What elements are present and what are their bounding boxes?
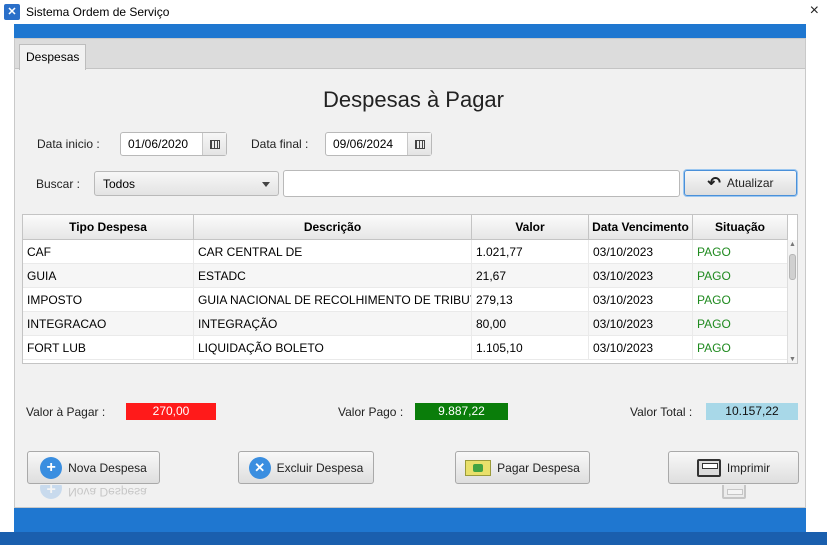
column-header[interactable]: Valor [472, 215, 589, 239]
new-expense-button[interactable]: + Nova Despesa [27, 451, 160, 484]
cell-value: 279,13 [472, 288, 589, 311]
page-title: Despesas à Pagar [323, 87, 504, 112]
cell-due-date: 03/10/2023 [589, 264, 693, 287]
cell-type: FORT LUB [23, 336, 194, 359]
plus-icon: + [40, 485, 63, 499]
plus-icon: + [40, 456, 63, 479]
search-filter-value: Todos [103, 177, 136, 191]
column-header[interactable]: Descrição [194, 215, 472, 239]
paid-label: Valor Pago : [338, 405, 404, 419]
end-date-value[interactable]: 09/06/2024 [326, 133, 407, 155]
close-circle-icon: ✕ [248, 456, 271, 479]
cell-value: 1.105,10 [472, 336, 589, 359]
cell-type: INTEGRACAO [23, 312, 194, 335]
table-row[interactable]: IMPOSTO GUIA NACIONAL DE RECOLHIMENTO DE… [23, 288, 788, 312]
main-window: ✕ Sistema Ordem de Serviço × Despesas De… [0, 0, 827, 532]
expenses-table[interactable]: Tipo Despesa Descrição Valor Data Vencim… [22, 214, 798, 364]
delete-expense-label: Excluir Despesa [276, 460, 364, 475]
print-label: Imprimir [726, 460, 771, 475]
total-label: Valor Total : [630, 405, 693, 419]
cell-description: ESTADC [194, 264, 472, 287]
end-date-label: Data final : [251, 137, 309, 151]
start-date-value[interactable]: 01/06/2020 [121, 133, 202, 155]
undo-arrow-icon: ↶ [707, 175, 721, 192]
column-header[interactable]: Situação [693, 215, 788, 239]
print-button[interactable]: Imprimir [668, 451, 799, 484]
cell-due-date: 03/10/2023 [589, 240, 693, 263]
cell-due-date: 03/10/2023 [589, 312, 693, 335]
cell-description: LIQUIDAÇÃO BOLETO [194, 336, 472, 359]
title-bar: ✕ Sistema Ordem de Serviço × [0, 0, 827, 24]
new-expense-label: Nova Despesa [68, 460, 147, 475]
scroll-down-icon[interactable]: ▼ [789, 356, 796, 363]
new-expense-reflection: Nova Despesa [68, 485, 147, 499]
table-row[interactable]: INTEGRACAO INTEGRAÇÃO 80,00 03/10/2023 P… [23, 312, 788, 336]
cell-description: GUIA NACIONAL DE RECOLHIMENTO DE TRIBUT.… [194, 288, 472, 311]
chevron-down-icon [262, 182, 270, 187]
cell-description: INTEGRAÇÃO [194, 312, 472, 335]
table-scrollbar[interactable]: ▲ ▼ [787, 240, 797, 363]
button-reflection: + Nova Despesa [27, 485, 160, 499]
calendar-icon[interactable] [202, 133, 226, 155]
cell-status: PAGO [693, 264, 788, 287]
refresh-button[interactable]: ↶ Atualizar [684, 170, 797, 196]
table-row[interactable]: FORT LUB LIQUIDAÇÃO BOLETO 1.105,10 03/1… [23, 336, 788, 360]
end-date-picker[interactable]: 09/06/2024 [325, 132, 432, 156]
scrollbar-thumb[interactable] [789, 254, 796, 280]
cell-type: GUIA [23, 264, 194, 287]
cell-value: 21,67 [472, 264, 589, 287]
paid-value: 9.887,22 [415, 403, 508, 420]
printer-icon [696, 458, 721, 477]
table-row[interactable]: CAF CAR CENTRAL DE 1.021,77 03/10/2023 P… [23, 240, 788, 264]
cell-description: CAR CENTRAL DE [194, 240, 472, 263]
cell-status: PAGO [693, 336, 788, 359]
cell-due-date: 03/10/2023 [589, 336, 693, 359]
table-body: CAF CAR CENTRAL DE 1.021,77 03/10/2023 P… [23, 240, 788, 360]
tab-despesas[interactable]: Despesas [19, 44, 87, 70]
table-header: Tipo Despesa Descrição Valor Data Vencim… [23, 215, 788, 240]
cell-status: PAGO [693, 288, 788, 311]
column-header[interactable]: Tipo Despesa [23, 215, 194, 239]
cell-type: IMPOSTO [23, 288, 194, 311]
tab-header: Despesas [15, 39, 805, 70]
refresh-button-label: Atualizar [726, 176, 774, 190]
delete-expense-button[interactable]: ✕ Excluir Despesa [238, 451, 374, 484]
table-row[interactable]: GUIA ESTADC 21,67 03/10/2023 PAGO [23, 264, 788, 288]
window-title: Sistema Ordem de Serviço [26, 5, 170, 19]
search-input[interactable] [283, 170, 680, 197]
column-header[interactable]: Data Vencimento [589, 215, 693, 239]
start-date-label: Data inicio : [37, 137, 100, 151]
cell-type: CAF [23, 240, 194, 263]
cell-due-date: 03/10/2023 [589, 288, 693, 311]
taskbar [0, 532, 827, 545]
to-pay-value: 270,00 [126, 403, 216, 420]
close-icon[interactable]: × [810, 2, 819, 20]
pay-expense-button[interactable]: Pagar Despesa [455, 451, 590, 484]
app-icon: ✕ [4, 4, 20, 20]
total-value: 10.157,22 [706, 403, 798, 420]
button-reflection [668, 485, 799, 499]
pay-expense-label: Pagar Despesa [497, 460, 580, 475]
scroll-up-icon[interactable]: ▲ [789, 241, 796, 248]
printer-icon [721, 485, 746, 499]
start-date-picker[interactable]: 01/06/2020 [120, 132, 227, 156]
money-icon [465, 459, 492, 476]
cell-value: 1.021,77 [472, 240, 589, 263]
search-filter-select[interactable]: Todos [94, 171, 279, 196]
cell-status: PAGO [693, 240, 788, 263]
cell-value: 80,00 [472, 312, 589, 335]
to-pay-label: Valor à Pagar : [26, 405, 106, 419]
calendar-icon[interactable] [407, 133, 431, 155]
search-label: Buscar : [36, 177, 81, 191]
cell-status: PAGO [693, 312, 788, 335]
